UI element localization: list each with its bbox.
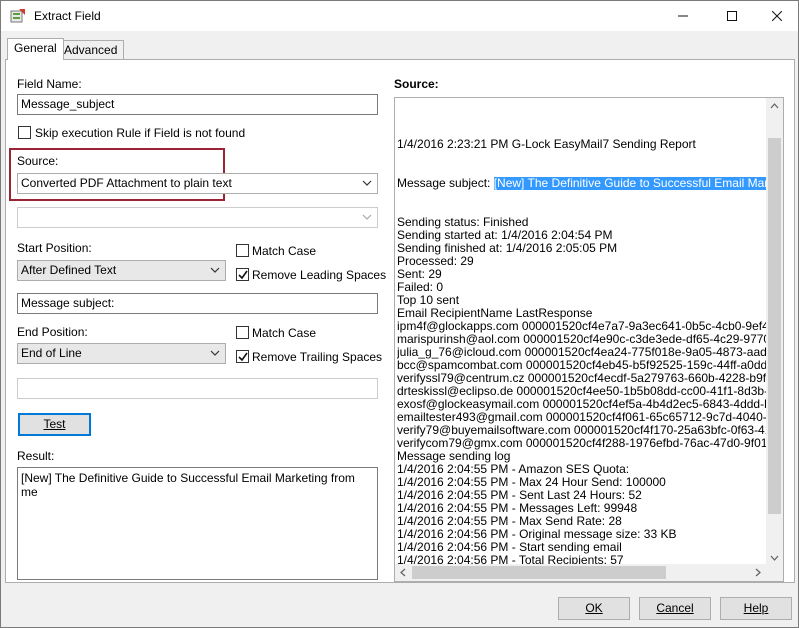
- horizontal-scroll-thumb[interactable]: [412, 566, 666, 579]
- skip-rule-checkbox[interactable]: [18, 126, 31, 139]
- minimize-button[interactable]: [660, 1, 706, 31]
- source-line: 1/4/2016 2:04:55 PM - Messages Left: 999…: [397, 502, 638, 515]
- source-line: marispurinsh@aol.com 000001520cf4e90c-c3…: [397, 333, 767, 346]
- remove-leading-checkbox[interactable]: [236, 268, 249, 281]
- chevron-down-icon: [210, 350, 220, 356]
- source-line: Sent: 29: [397, 268, 442, 281]
- minimize-icon: [678, 15, 688, 17]
- source-line: Sending finished at: 1/4/2016 2:05:05 PM: [397, 242, 618, 255]
- scroll-up-arrow[interactable]: [766, 98, 783, 115]
- cancel-button-label: Cancel: [656, 601, 694, 615]
- source-panel-label: Source:: [394, 77, 439, 91]
- start-match-case-label: Match Case: [252, 244, 317, 258]
- test-button[interactable]: Test: [18, 413, 91, 436]
- end-position-value: End of Line: [21, 346, 82, 360]
- scroll-right-arrow[interactable]: [749, 564, 766, 581]
- start-position-value: After Defined Text: [21, 263, 117, 277]
- chevron-down-icon: [362, 180, 372, 186]
- source-text-content: 1/4/2016 2:23:21 PM G-Lock EasyMail7 Sen…: [397, 112, 767, 581]
- source-line: Failed: 0: [397, 281, 444, 294]
- source-line: ipm4f@glockapps.com 000001520cf4e7a7-9a3…: [397, 320, 767, 333]
- source-subject-line: Message subject: [New] The Definitive Gu…: [397, 177, 767, 190]
- chevron-left-icon: [400, 568, 406, 577]
- source-line: 1/4/2016 2:04:55 PM - Amazon SES Quota:: [397, 463, 630, 476]
- end-position-label: End Position:: [17, 325, 88, 339]
- source-line: Sending started at: 1/4/2016 2:04:54 PM: [397, 229, 613, 242]
- start-position-select[interactable]: After Defined Text: [17, 260, 226, 281]
- vertical-scrollbar[interactable]: [766, 98, 783, 566]
- source-text-area[interactable]: 1/4/2016 2:23:21 PM G-Lock EasyMail7 Sen…: [394, 97, 784, 582]
- help-button[interactable]: Help: [720, 597, 792, 620]
- source-line: emailtester493@gmail.com 000001520cf4f06…: [397, 411, 767, 424]
- test-button-label: Test: [43, 417, 66, 431]
- result-label: Result:: [17, 449, 55, 463]
- source-line: 1/4/2016 2:04:56 PM - Start sending emai…: [397, 541, 622, 554]
- window-title: Extract Field: [34, 9, 101, 23]
- source-line: verifycom79@gmx.com 000001520cf4f288-197…: [397, 437, 767, 450]
- close-icon: [771, 10, 783, 22]
- end-match-case-label: Match Case: [252, 326, 317, 340]
- source-line: Processed: 29: [397, 255, 474, 268]
- field-name-input[interactable]: Message_subject: [17, 94, 378, 115]
- source-line: 1/4/2016 2:23:21 PM G-Lock EasyMail7 Sen…: [397, 138, 696, 151]
- remove-leading-label: Remove Leading Spaces: [252, 268, 387, 282]
- title-bar: Extract Field: [1, 1, 798, 31]
- end-match-case-checkbox[interactable]: [236, 326, 249, 339]
- help-button-label: Help: [743, 601, 769, 615]
- source-line: 1/4/2016 2:04:55 PM - Max 24 Hour Send: …: [397, 476, 666, 489]
- start-text-input[interactable]: Message subject:: [17, 293, 378, 314]
- source-line: 1/4/2016 2:04:55 PM - Sent Last 24 Hours…: [397, 489, 642, 502]
- tab-general[interactable]: General: [7, 38, 64, 60]
- remove-trailing-label: Remove Trailing Spaces: [252, 350, 383, 364]
- source-select-value: Converted PDF Attachment to plain text: [21, 176, 232, 190]
- source-line: verifyssl79@centrum.cz 000001520cf4ecdf-…: [397, 372, 767, 385]
- skip-rule-label: Skip execution Rule if Field is not foun…: [35, 126, 246, 140]
- scroll-left-arrow[interactable]: [395, 564, 412, 581]
- source-line: bcc@spamcombat.com 000001520cf4eb45-b5f9…: [397, 359, 767, 372]
- start-position-label: Start Position:: [17, 241, 92, 255]
- result-textarea[interactable]: [New] The Definitive Guide to Successful…: [17, 467, 378, 580]
- source-select[interactable]: Converted PDF Attachment to plain text: [17, 173, 378, 194]
- end-text-input[interactable]: [17, 378, 378, 399]
- field-name-label: Field Name:: [17, 77, 82, 91]
- chevron-up-icon: [770, 103, 779, 109]
- chevron-down-icon: [362, 214, 372, 220]
- end-position-select[interactable]: End of Line: [17, 343, 226, 364]
- maximize-button[interactable]: [709, 1, 755, 31]
- selected-subject-text: [New] The Definitive Guide to Successful…: [493, 177, 767, 190]
- chevron-right-icon: [755, 568, 761, 577]
- source-label: Source:: [17, 154, 59, 168]
- source-line: exosf@glockeasymail.com 000001520cf4ef5a…: [397, 398, 767, 411]
- remove-trailing-checkbox[interactable]: [236, 350, 249, 363]
- extract-field-dialog: Extract Field General Advanced Field Nam…: [0, 0, 799, 628]
- app-icon: [10, 9, 25, 23]
- source-line: 1/4/2016 2:04:56 PM - Original message s…: [397, 528, 677, 541]
- source-line: verify79@buyemailsoftware.com 000001520c…: [397, 424, 767, 437]
- checkmark-icon: [238, 352, 248, 362]
- subject-prefix: Message subject:: [397, 177, 494, 190]
- tab-advanced[interactable]: Advanced: [57, 40, 125, 60]
- source-line: drteskissl@eclipso.de 000001520cf4ee50-1…: [397, 385, 767, 398]
- source-line: Sending status: Finished: [397, 216, 529, 229]
- horizontal-scrollbar[interactable]: [395, 564, 783, 581]
- source-line: Message sending log: [397, 450, 511, 463]
- cancel-button[interactable]: Cancel: [639, 597, 711, 620]
- start-match-case-checkbox[interactable]: [236, 244, 249, 257]
- ok-button[interactable]: OK: [558, 597, 630, 620]
- maximize-icon: [727, 11, 737, 21]
- close-button[interactable]: [754, 1, 799, 31]
- chevron-down-icon: [210, 267, 220, 273]
- vertical-scroll-thumb[interactable]: [768, 138, 781, 514]
- ok-button-label: OK: [585, 601, 603, 615]
- source-line: 1/4/2016 2:04:55 PM - Max Send Rate: 28: [397, 515, 622, 528]
- source-line: Email RecipientName LastResponse: [397, 307, 593, 320]
- source-line: julia_g_76@icloud.com 000001520cf4ea24-7…: [397, 346, 767, 359]
- checkmark-icon: [238, 270, 248, 280]
- source-line: Top 10 sent: [397, 294, 460, 307]
- secondary-source-select[interactable]: [17, 207, 378, 228]
